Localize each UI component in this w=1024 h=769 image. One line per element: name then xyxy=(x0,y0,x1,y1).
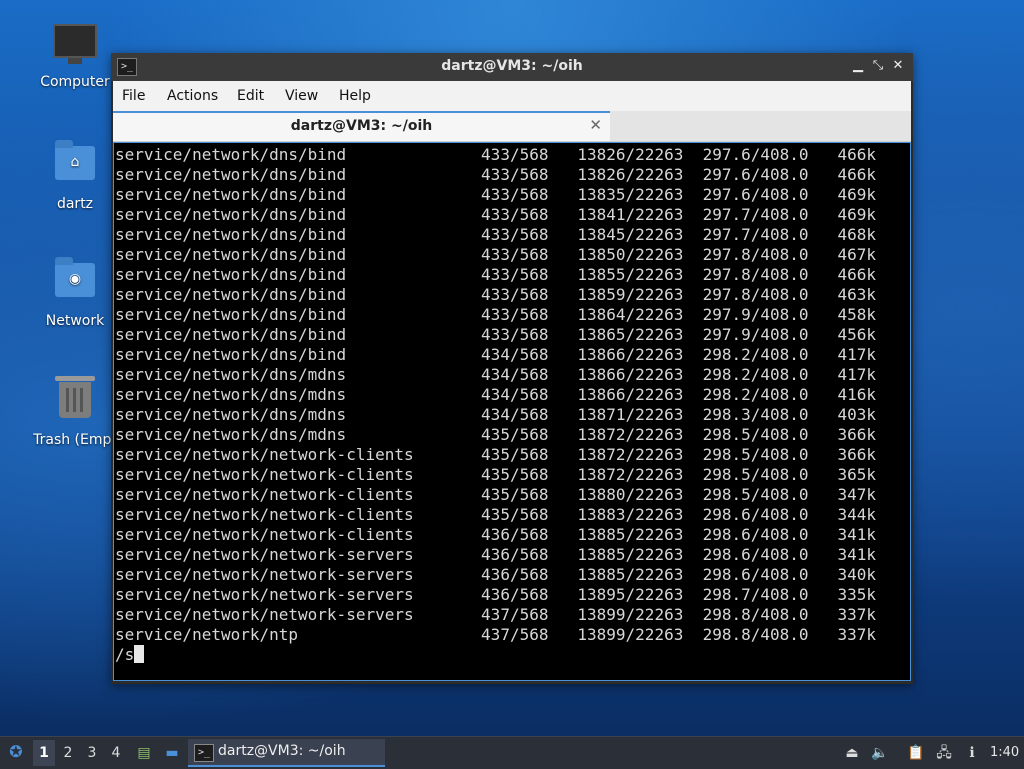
clock[interactable]: 1:40 xyxy=(990,737,1019,769)
tab-strip: dartz@VM3: ~/oih ✕ xyxy=(113,111,911,142)
desktop-icon-label: Trash (Empt xyxy=(33,432,117,448)
maximize-button[interactable]: ⤡ xyxy=(869,57,887,75)
window-title: dartz@VM3: ~/oih xyxy=(441,58,583,74)
terminal-line: service/network/network-clients 435/568 … xyxy=(115,445,876,464)
notification-icon[interactable]: ℹ xyxy=(962,743,982,763)
menu-bar: File Actions Edit View Help xyxy=(113,81,911,111)
tab-label: dartz@VM3: ~/oih xyxy=(290,118,433,134)
menu-edit[interactable]: Edit xyxy=(237,88,264,104)
terminal-line: service/network/ntp 437/568 13899/22263 … xyxy=(115,625,876,644)
terminal-line: service/network/dns/bind 433/568 13845/2… xyxy=(115,225,876,244)
terminal-line: service/network/dns/bind 433/568 13850/2… xyxy=(115,245,876,264)
terminal-prompt: /s xyxy=(115,645,135,664)
terminal-line: service/network/dns/mdns 434/568 13866/2… xyxy=(115,385,876,404)
task-label: dartz@VM3: ~/oih xyxy=(218,743,346,759)
desktop-icon-label: Network xyxy=(45,313,105,329)
menu-file[interactable]: File xyxy=(122,88,145,104)
terminal-line: service/network/dns/bind 433/568 13826/2… xyxy=(115,165,876,184)
terminal-line: service/network/dns/bind 433/568 13855/2… xyxy=(115,265,876,284)
terminal-line: service/network/network-servers 436/568 … xyxy=(115,585,876,604)
workspace-2[interactable]: 2 xyxy=(57,740,79,766)
terminal-line: service/network/network-clients 435/568 … xyxy=(115,465,876,484)
file-manager-launcher-icon[interactable]: ▤ xyxy=(134,743,154,763)
tab-close-icon[interactable]: ✕ xyxy=(589,116,602,134)
start-menu-icon[interactable]: ✪ xyxy=(5,742,27,764)
desktop-icon-computer[interactable]: Computer xyxy=(25,24,125,90)
desktop-icon-label: Computer xyxy=(40,74,110,90)
network-status-icon[interactable]: 🖧 xyxy=(934,743,954,763)
network-folder-icon: ◉ xyxy=(53,257,97,307)
tab-terminal[interactable]: dartz@VM3: ~/oih ✕ xyxy=(113,111,610,141)
home-folder-icon: ⌂ xyxy=(53,140,97,190)
minimize-button[interactable]: ▁ xyxy=(849,57,867,75)
menu-actions[interactable]: Actions xyxy=(167,88,218,104)
terminal-line: service/network/dns/bind 433/568 13841/2… xyxy=(115,205,876,224)
terminal-task-icon: >_ xyxy=(194,744,214,762)
terminal-line: service/network/dns/mdns 435/568 13872/2… xyxy=(115,425,876,444)
terminal-output[interactable]: service/network/dns/bind 433/568 13826/2… xyxy=(113,142,911,681)
trash-icon xyxy=(53,376,97,426)
taskbar-task-terminal[interactable]: >_ dartz@VM3: ~/oih xyxy=(188,739,385,767)
terminal-line: service/network/dns/bind 433/568 13826/2… xyxy=(115,145,876,164)
terminal-line: service/network/dns/mdns 434/568 13866/2… xyxy=(115,365,876,384)
desktop-icon-trash[interactable]: Trash (Empt xyxy=(25,374,125,448)
terminal-line: service/network/network-servers 437/568 … xyxy=(115,605,876,624)
terminal-line: service/network/dns/bind 434/568 13866/2… xyxy=(115,345,876,364)
terminal-line: service/network/dns/bind 433/568 13864/2… xyxy=(115,305,876,324)
show-desktop-icon[interactable]: ▬ xyxy=(162,743,182,763)
terminal-line: service/network/network-clients 435/568 … xyxy=(115,485,876,504)
computer-icon xyxy=(53,24,97,68)
window-titlebar[interactable]: >_ dartz@VM3: ~/oih ▁ ⤡ ✕ xyxy=(111,53,913,81)
workspace-1[interactable]: 1 xyxy=(33,740,55,766)
terminal-line: service/network/network-clients 435/568 … xyxy=(115,505,876,524)
desktop-icon-network[interactable]: ◉ Network xyxy=(25,257,125,329)
terminal-prompt-line[interactable]: /s xyxy=(115,645,145,665)
close-button[interactable]: ✕ xyxy=(889,57,907,75)
terminal-line: service/network/dns/bind 433/568 13835/2… xyxy=(115,185,876,204)
clipboard-icon[interactable]: 📋 xyxy=(906,743,926,763)
terminal-line: service/network/dns/bind 433/568 13859/2… xyxy=(115,285,876,304)
menu-view[interactable]: View xyxy=(285,88,318,104)
eject-icon[interactable]: ⏏ xyxy=(842,743,862,763)
terminal-line: service/network/network-servers 436/568 … xyxy=(115,545,876,564)
terminal-line: service/network/network-servers 436/568 … xyxy=(115,565,876,584)
terminal-line: service/network/dns/bind 433/568 13865/2… xyxy=(115,325,876,344)
taskbar: ✪ 1 2 3 4 ▤ ▬ >_ dartz@VM3: ~/oih ⏏ 🔈 📋 … xyxy=(0,736,1024,769)
terminal-window: >_ dartz@VM3: ~/oih ▁ ⤡ ✕ File Actions E… xyxy=(111,53,913,684)
workspace-3[interactable]: 3 xyxy=(81,740,103,766)
terminal-line: service/network/network-clients 436/568 … xyxy=(115,525,876,544)
menu-help[interactable]: Help xyxy=(339,88,371,104)
workspace-4[interactable]: 4 xyxy=(105,740,127,766)
desktop-icon-home-folder[interactable]: ⌂ dartz xyxy=(25,140,125,212)
desktop-icon-label: dartz xyxy=(56,196,94,212)
terminal-line: service/network/dns/mdns 434/568 13871/2… xyxy=(115,405,876,424)
text-cursor xyxy=(134,645,145,663)
volume-icon[interactable]: 🔈 xyxy=(870,743,890,763)
